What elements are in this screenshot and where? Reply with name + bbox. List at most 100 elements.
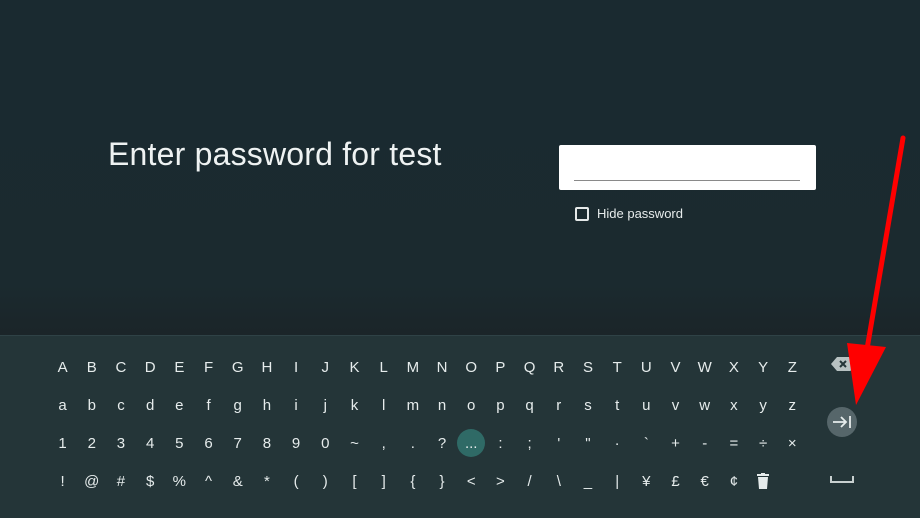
key-j-upper[interactable]: J xyxy=(311,352,340,382)
key-7[interactable]: 7 xyxy=(223,428,252,458)
key-v[interactable]: v xyxy=(661,390,690,420)
key-u[interactable]: u xyxy=(632,390,661,420)
key-w[interactable]: w xyxy=(690,390,719,420)
key-t-upper[interactable]: T xyxy=(603,352,632,382)
key-p-upper[interactable]: P xyxy=(486,352,515,382)
key-a[interactable]: a xyxy=(48,390,77,420)
key-a-upper[interactable]: A xyxy=(48,352,77,382)
key-tilde[interactable]: ~ xyxy=(340,428,369,458)
key-8[interactable]: 8 xyxy=(252,428,281,458)
key-e-upper[interactable]: E xyxy=(165,352,194,382)
key-cent[interactable]: ¢ xyxy=(719,466,748,496)
key-e[interactable]: e xyxy=(165,390,194,420)
key-slash[interactable]: / xyxy=(515,466,544,496)
key-4[interactable]: 4 xyxy=(136,428,165,458)
key-o[interactable]: o xyxy=(457,390,486,420)
key-q[interactable]: q xyxy=(515,390,544,420)
key-2[interactable]: 2 xyxy=(77,428,106,458)
key-c[interactable]: c xyxy=(106,390,135,420)
key-w-upper[interactable]: W xyxy=(690,352,719,382)
key-z[interactable]: z xyxy=(778,390,807,420)
key-pound[interactable]: £ xyxy=(661,466,690,496)
key-plus[interactable]: + xyxy=(661,428,690,458)
key-x[interactable]: x xyxy=(719,390,748,420)
key-y[interactable]: y xyxy=(749,390,778,420)
key-q-upper[interactable]: Q xyxy=(515,352,544,382)
key-apostrophe[interactable]: ' xyxy=(544,428,573,458)
key-3[interactable]: 3 xyxy=(106,428,135,458)
key-ellipsis[interactable]: ... xyxy=(457,428,486,458)
key-backtick[interactable]: ` xyxy=(632,428,661,458)
key-multiply[interactable]: × xyxy=(778,428,807,458)
key-u-upper[interactable]: U xyxy=(632,352,661,382)
key-underscore[interactable]: _ xyxy=(573,466,602,496)
key-b-upper[interactable]: B xyxy=(77,352,106,382)
key-f-upper[interactable]: F xyxy=(194,352,223,382)
hide-password-checkbox[interactable] xyxy=(575,206,589,221)
key-hash[interactable]: # xyxy=(106,466,135,496)
key-9[interactable]: 9 xyxy=(282,428,311,458)
space-key[interactable] xyxy=(826,466,858,492)
key-caret[interactable]: ^ xyxy=(194,466,223,496)
key-divide[interactable]: ÷ xyxy=(749,428,778,458)
backspace-key[interactable] xyxy=(826,350,856,378)
key-question[interactable]: ? xyxy=(427,428,456,458)
key-yen[interactable]: ¥ xyxy=(632,466,661,496)
key-v-upper[interactable]: V xyxy=(661,352,690,382)
key-0[interactable]: 0 xyxy=(311,428,340,458)
key-greater-than[interactable]: > xyxy=(486,466,515,496)
key-colon[interactable]: : xyxy=(486,428,515,458)
key-less-than[interactable]: < xyxy=(457,466,486,496)
key-o-upper[interactable]: O xyxy=(457,352,486,382)
key-middle-dot[interactable]: · xyxy=(603,428,632,458)
key-pipe[interactable]: | xyxy=(603,466,632,496)
key-c-upper[interactable]: C xyxy=(106,352,135,382)
next-key[interactable] xyxy=(827,407,857,437)
hide-password-toggle[interactable]: Hide password xyxy=(575,206,683,221)
key-euro[interactable]: € xyxy=(690,466,719,496)
key-m-upper[interactable]: M xyxy=(398,352,427,382)
key-exclamation[interactable]: ! xyxy=(48,466,77,496)
key-left-paren[interactable]: ( xyxy=(282,466,311,496)
key-1[interactable]: 1 xyxy=(48,428,77,458)
key-g-upper[interactable]: G xyxy=(223,352,252,382)
key-k[interactable]: k xyxy=(340,390,369,420)
key-dollar[interactable]: $ xyxy=(136,466,165,496)
key-m[interactable]: m xyxy=(398,390,427,420)
key-z-upper[interactable]: Z xyxy=(778,352,807,382)
key-h-upper[interactable]: H xyxy=(252,352,281,382)
key-equals[interactable]: = xyxy=(719,428,748,458)
key-b[interactable]: b xyxy=(77,390,106,420)
key-semicolon[interactable]: ; xyxy=(515,428,544,458)
key-d-upper[interactable]: D xyxy=(136,352,165,382)
key-x-upper[interactable]: X xyxy=(719,352,748,382)
key-s[interactable]: s xyxy=(573,390,602,420)
key-f[interactable]: f xyxy=(194,390,223,420)
key-right-brace[interactable]: } xyxy=(427,466,456,496)
key-ampersand[interactable]: & xyxy=(223,466,252,496)
key-right-paren[interactable]: ) xyxy=(311,466,340,496)
key-r[interactable]: r xyxy=(544,390,573,420)
key-i[interactable]: i xyxy=(282,390,311,420)
password-field[interactable] xyxy=(559,145,816,190)
key-asterisk[interactable]: * xyxy=(252,466,281,496)
key-at[interactable]: @ xyxy=(77,466,106,496)
key-n[interactable]: n xyxy=(427,390,456,420)
key-period[interactable]: . xyxy=(398,428,427,458)
key-left-bracket[interactable]: [ xyxy=(340,466,369,496)
delete-key[interactable] xyxy=(749,466,778,496)
key-p[interactable]: p xyxy=(486,390,515,420)
key-n-upper[interactable]: N xyxy=(427,352,456,382)
key-l-upper[interactable]: L xyxy=(369,352,398,382)
key-right-bracket[interactable]: ] xyxy=(369,466,398,496)
key-r-upper[interactable]: R xyxy=(544,352,573,382)
key-left-brace[interactable]: { xyxy=(398,466,427,496)
key-l[interactable]: l xyxy=(369,390,398,420)
key-percent[interactable]: % xyxy=(165,466,194,496)
key-j[interactable]: j xyxy=(311,390,340,420)
key-i-upper[interactable]: I xyxy=(282,352,311,382)
key-y-upper[interactable]: Y xyxy=(749,352,778,382)
key-backslash[interactable]: \ xyxy=(544,466,573,496)
key-quote[interactable]: " xyxy=(573,428,602,458)
key-d[interactable]: d xyxy=(136,390,165,420)
